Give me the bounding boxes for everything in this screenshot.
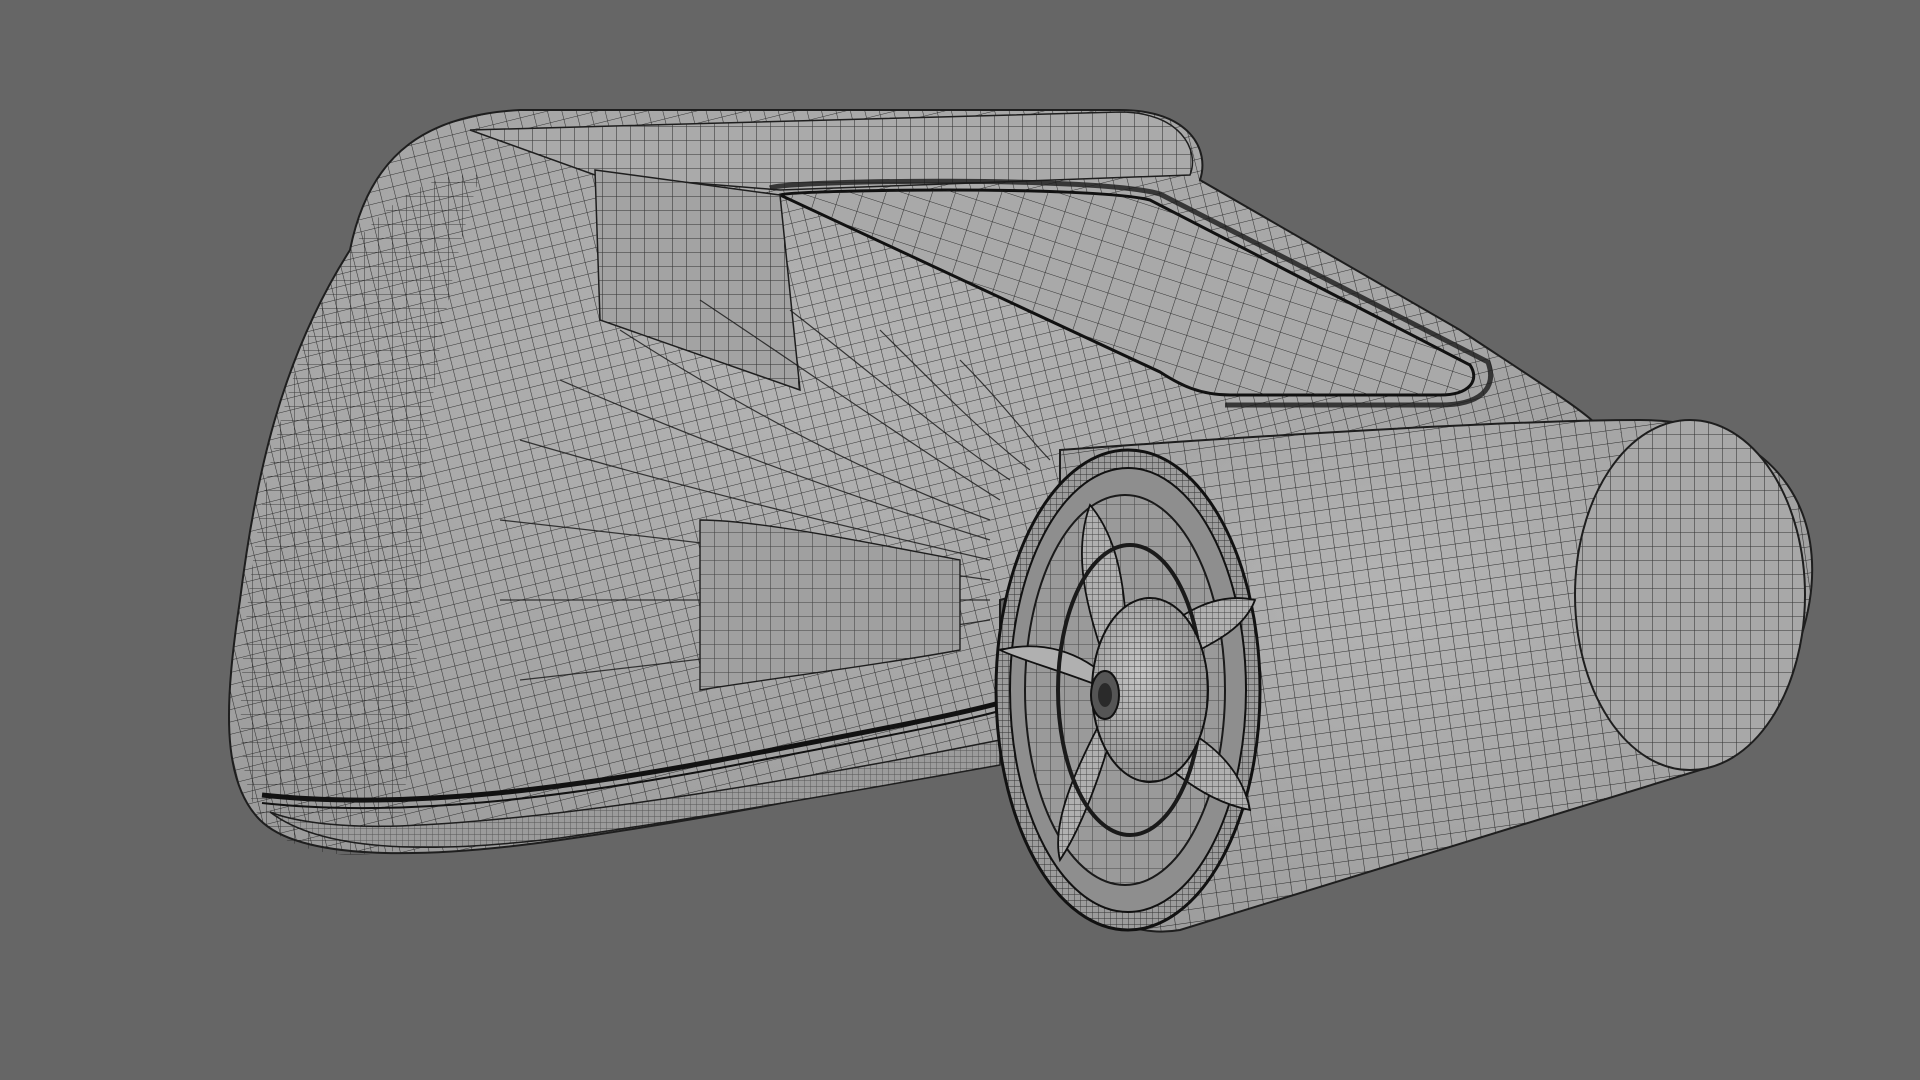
thruster-pod (994, 418, 1814, 933)
3d-viewport[interactable] (0, 0, 1920, 1080)
model-render (227, 109, 1814, 933)
